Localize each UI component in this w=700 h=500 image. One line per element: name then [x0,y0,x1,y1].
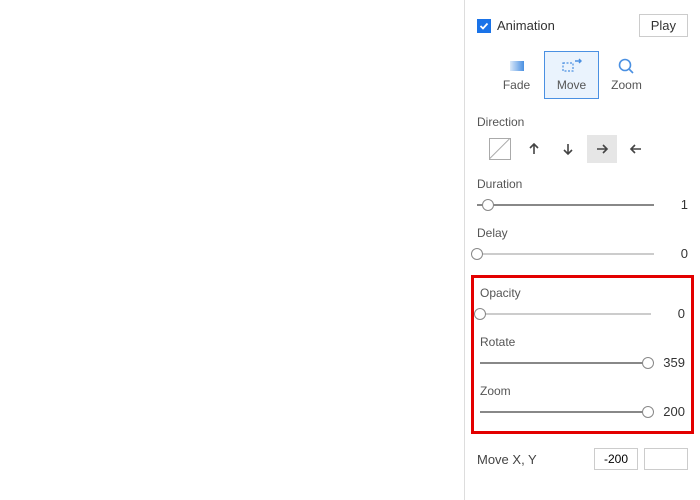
slider-thumb[interactable] [471,248,483,260]
animation-label: Animation [497,18,555,33]
rotate-group: Rotate 359 [480,335,685,370]
canvas-area [0,0,464,500]
delay-slider[interactable] [477,253,654,255]
mode-move-label: Move [557,78,586,92]
move-x-input[interactable] [594,448,638,470]
move-y-input[interactable] [644,448,688,470]
direction-right[interactable] [587,135,617,163]
slider-thumb[interactable] [474,308,486,320]
animation-panel: Animation Play Fade Move Zoom Direction [464,0,700,500]
rotate-value: 359 [659,355,685,370]
duration-slider[interactable] [477,204,654,206]
direction-left[interactable] [621,135,651,163]
move-label: Move X, Y [477,452,537,467]
slider-thumb[interactable] [482,199,494,211]
opacity-label: Opacity [480,286,685,300]
move-row: Move X, Y [477,448,688,478]
animation-toggle[interactable]: Animation [477,18,555,33]
duration-label: Duration [477,177,688,191]
mode-fade-label: Fade [503,78,530,92]
direction-down[interactable] [553,135,583,163]
direction-none[interactable] [489,138,511,160]
direction-up[interactable] [519,135,549,163]
zoom-value: 200 [659,404,685,419]
opacity-group: Opacity 0 [480,286,685,321]
move-icon [562,58,582,74]
opacity-slider[interactable] [480,313,651,315]
rotate-label: Rotate [480,335,685,349]
fade-icon [507,58,527,74]
play-button[interactable]: Play [639,14,688,37]
zoom-label: Zoom [480,384,685,398]
mode-tabs: Fade Move Zoom [489,51,688,99]
mode-fade[interactable]: Fade [489,51,544,99]
highlight-box: Opacity 0 Rotate 359 Zoom [471,275,694,434]
opacity-value: 0 [659,306,685,321]
duration-group: Duration 1 [477,177,688,212]
zoom-icon [617,58,637,74]
duration-value: 1 [662,197,688,212]
direction-buttons [487,135,688,163]
zoom-slider[interactable] [480,411,651,413]
delay-value: 0 [662,246,688,261]
checkbox-icon [477,19,491,33]
rotate-slider[interactable] [480,362,651,364]
slider-thumb[interactable] [642,357,654,369]
slider-thumb[interactable] [642,406,654,418]
mode-move[interactable]: Move [544,51,599,99]
delay-group: Delay 0 [477,226,688,261]
panel-header: Animation Play [477,10,688,37]
direction-label: Direction [477,115,688,129]
delay-label: Delay [477,226,688,240]
zoom-group: Zoom 200 [480,384,685,419]
mode-zoom-label: Zoom [611,78,642,92]
mode-zoom[interactable]: Zoom [599,51,654,99]
